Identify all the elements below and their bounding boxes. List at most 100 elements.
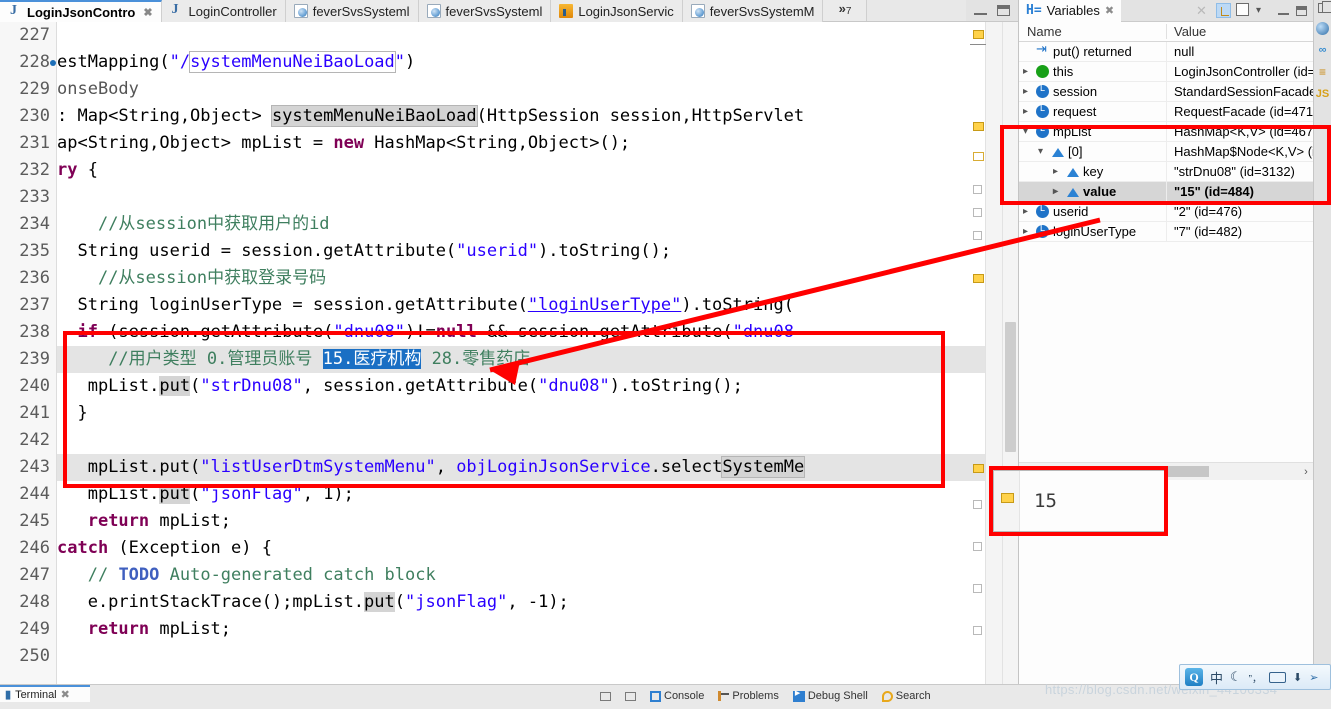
settings-wrench-icon[interactable]: ➢ bbox=[1309, 671, 1318, 684]
chinese-mode-icon[interactable]: 中 bbox=[1210, 668, 1223, 687]
code-line[interactable]: 240 mpList.put("strDnu08", session.getAt… bbox=[0, 373, 1018, 400]
code-line[interactable]: 234 //从session中获取用户的id bbox=[0, 211, 1018, 238]
fold-marker-icon[interactable] bbox=[973, 208, 982, 217]
code-line[interactable]: 237 String loginUserType = session.getAt… bbox=[0, 292, 1018, 319]
bottom-tab-console[interactable]: Console bbox=[650, 689, 704, 703]
chevron-right-icon[interactable]: ▸ bbox=[1049, 166, 1062, 177]
tab-overflow-button[interactable]: » 7 bbox=[823, 0, 868, 21]
ruler-marker-icon[interactable] bbox=[973, 464, 984, 473]
variable-row[interactable]: ▸ userid "2" (id=476) bbox=[1019, 201, 1313, 222]
collapse-all-icon[interactable]: ✕ bbox=[1194, 3, 1209, 18]
editor-tab-2[interactable]: feverSvsSysteml bbox=[285, 0, 419, 22]
restore-view-icon[interactable] bbox=[600, 691, 611, 701]
show-logical-structure-icon[interactable] bbox=[1216, 3, 1231, 18]
code-line[interactable]: 241 } bbox=[0, 400, 1018, 427]
maximize-view-icon[interactable] bbox=[625, 691, 636, 701]
code-line[interactable]: 232 ry { bbox=[0, 157, 1018, 184]
chevron-right-icon[interactable]: ▸ bbox=[1049, 186, 1062, 197]
fold-marker-icon[interactable] bbox=[973, 584, 982, 593]
restore-icon[interactable] bbox=[1317, 1, 1331, 13]
breakpoint-icon[interactable] bbox=[50, 60, 56, 66]
fold-marker-icon[interactable] bbox=[973, 542, 982, 551]
code-line[interactable]: 248 e.printStackTrace();mpList.put("json… bbox=[0, 589, 1018, 616]
bottom-tab-terminal[interactable]: ▮ Terminal ✖ bbox=[0, 685, 90, 702]
code-editor[interactable]: 227 228 estMapping("/systemMenuNeiBaoLoa… bbox=[0, 22, 1018, 684]
chevron-right-icon[interactable]: ▸ bbox=[1019, 86, 1032, 97]
input-method-icon[interactable]: ⬇ bbox=[1293, 671, 1302, 684]
chevron-right-icon[interactable]: ▸ bbox=[1019, 226, 1032, 237]
scrollbar-thumb[interactable] bbox=[1005, 322, 1016, 452]
maximize-icon[interactable] bbox=[997, 5, 1010, 16]
code-line[interactable]: 238 if (session.getAttribute("dnu08")!=n… bbox=[0, 319, 1018, 346]
editor-vertical-scrollbar[interactable] bbox=[1002, 22, 1018, 684]
chevron-right-icon[interactable]: ▸ bbox=[1019, 206, 1032, 217]
qq-ime-logo-icon[interactable]: Q bbox=[1185, 668, 1203, 686]
editor-tab-1[interactable]: LoginController bbox=[161, 0, 286, 22]
code-line[interactable]: 247 // TODO Auto-generated catch block bbox=[0, 562, 1018, 589]
code-line[interactable]: 230 : Map<String,Object> systemMenuNeiBa… bbox=[0, 103, 1018, 130]
close-icon[interactable]: ✖ bbox=[61, 688, 70, 701]
fold-marker-icon[interactable] bbox=[973, 626, 982, 635]
scroll-right-arrow-icon[interactable]: › bbox=[1298, 466, 1314, 478]
close-icon[interactable]: ✖ bbox=[143, 6, 152, 19]
punctuation-icon[interactable]: ”， bbox=[1249, 670, 1262, 685]
minimize-icon[interactable] bbox=[1278, 13, 1289, 15]
maximize-icon[interactable] bbox=[1296, 5, 1307, 16]
variable-row[interactable]: ▸ loginUserType "7" (id=482) bbox=[1019, 221, 1313, 242]
ruler-marker-icon[interactable] bbox=[973, 274, 984, 283]
bottom-tab-search[interactable]: Search bbox=[881, 689, 931, 703]
link-icon[interactable]: ∞ bbox=[1319, 44, 1327, 56]
code-line[interactable]: 243 mpList.put("listUserDtmSystemMenu", … bbox=[0, 454, 1018, 481]
outline-icon[interactable]: ≡ bbox=[1319, 65, 1326, 79]
fold-marker-icon[interactable] bbox=[973, 185, 982, 194]
chevron-down-icon[interactable]: ▾ bbox=[1019, 126, 1032, 137]
close-icon[interactable]: ✖ bbox=[1105, 4, 1114, 17]
debug-perspective-icon[interactable] bbox=[1316, 22, 1329, 35]
ruler-marker-icon[interactable] bbox=[973, 30, 984, 39]
editor-tab-0[interactable]: LoginJsonContro ✖ bbox=[0, 0, 162, 22]
code-line[interactable]: 246 catch (Exception e) { bbox=[0, 535, 1018, 562]
chevron-right-icon[interactable]: ▸ bbox=[1019, 106, 1032, 117]
code-line[interactable]: 235 String userid = session.getAttribute… bbox=[0, 238, 1018, 265]
editor-overview-ruler[interactable] bbox=[970, 22, 1002, 684]
soft-keyboard-icon[interactable] bbox=[1269, 671, 1287, 683]
view-menu-chevron-icon[interactable]: ▾ bbox=[1256, 3, 1271, 18]
code-line[interactable]: 229 onseBody bbox=[0, 76, 1018, 103]
editor-tab-5[interactable]: feverSvsSystemM bbox=[682, 0, 824, 22]
code-line[interactable]: 236 //从session中获取登录号码 bbox=[0, 265, 1018, 292]
code-line[interactable]: 239 //用户类型 0.管理员账号 15.医疗机构 28.零售药店 bbox=[0, 346, 1018, 373]
column-header-value[interactable]: Value bbox=[1167, 24, 1313, 39]
code-line[interactable]: 233 bbox=[0, 184, 1018, 211]
moon-icon[interactable]: ☾ bbox=[1230, 669, 1242, 685]
fold-marker-icon[interactable] bbox=[973, 231, 982, 240]
code-line[interactable]: 228 estMapping("/systemMenuNeiBaoLoad") bbox=[0, 49, 1018, 76]
copy-variables-icon[interactable] bbox=[1236, 3, 1249, 16]
bottom-tab-debug-shell[interactable]: Debug Shell bbox=[792, 689, 868, 703]
variable-row[interactable]: ▸ session StandardSessionFacade bbox=[1019, 81, 1313, 102]
code-line[interactable]: 227 bbox=[0, 22, 1018, 49]
variable-row[interactable]: put() returned null bbox=[1019, 41, 1313, 62]
tab-variables[interactable]: H= Variables ✖ bbox=[1019, 0, 1122, 22]
code-line[interactable]: 231 ap<String,Object> mpList = new HashM… bbox=[0, 130, 1018, 157]
code-line[interactable]: 245 return mpList; bbox=[0, 508, 1018, 535]
ruler-marker-icon[interactable] bbox=[973, 152, 984, 161]
bottom-tab-problems[interactable]: Problems bbox=[718, 689, 779, 703]
minimize-icon[interactable] bbox=[974, 6, 987, 15]
ruler-marker-icon[interactable] bbox=[973, 122, 984, 131]
column-header-name[interactable]: Name bbox=[1019, 24, 1167, 39]
variable-row[interactable]: ▸ this LoginJsonController (id= bbox=[1019, 61, 1313, 82]
code-line[interactable]: 250 bbox=[0, 643, 1018, 670]
code-line[interactable]: 244 mpList.put("jsonFlag", 1); bbox=[0, 481, 1018, 508]
variables-tree[interactable]: put() returned null ▸ this LoginJsonCont… bbox=[1019, 41, 1313, 242]
variable-row-entry[interactable]: ▾ [0] HashMap$Node<K,V> (i bbox=[1019, 141, 1313, 162]
editor-tab-4[interactable]: LoginJsonServic bbox=[551, 0, 683, 22]
javascript-icon[interactable]: JS bbox=[1316, 88, 1329, 100]
code-line[interactable]: 242 bbox=[0, 427, 1018, 454]
variable-row-mplist[interactable]: ▾ mpList HashMap<K,V> (id=467 bbox=[1019, 121, 1313, 142]
variable-row-value[interactable]: ▸ value "15" (id=484) bbox=[1019, 181, 1313, 202]
chevron-right-icon[interactable]: ▸ bbox=[1019, 66, 1032, 77]
fold-marker-icon[interactable] bbox=[973, 500, 982, 509]
variable-row[interactable]: ▸ request RequestFacade (id=471) bbox=[1019, 101, 1313, 122]
chevron-down-icon[interactable]: ▾ bbox=[1034, 146, 1047, 157]
editor-tab-3[interactable]: feverSvsSysteml bbox=[418, 0, 552, 22]
